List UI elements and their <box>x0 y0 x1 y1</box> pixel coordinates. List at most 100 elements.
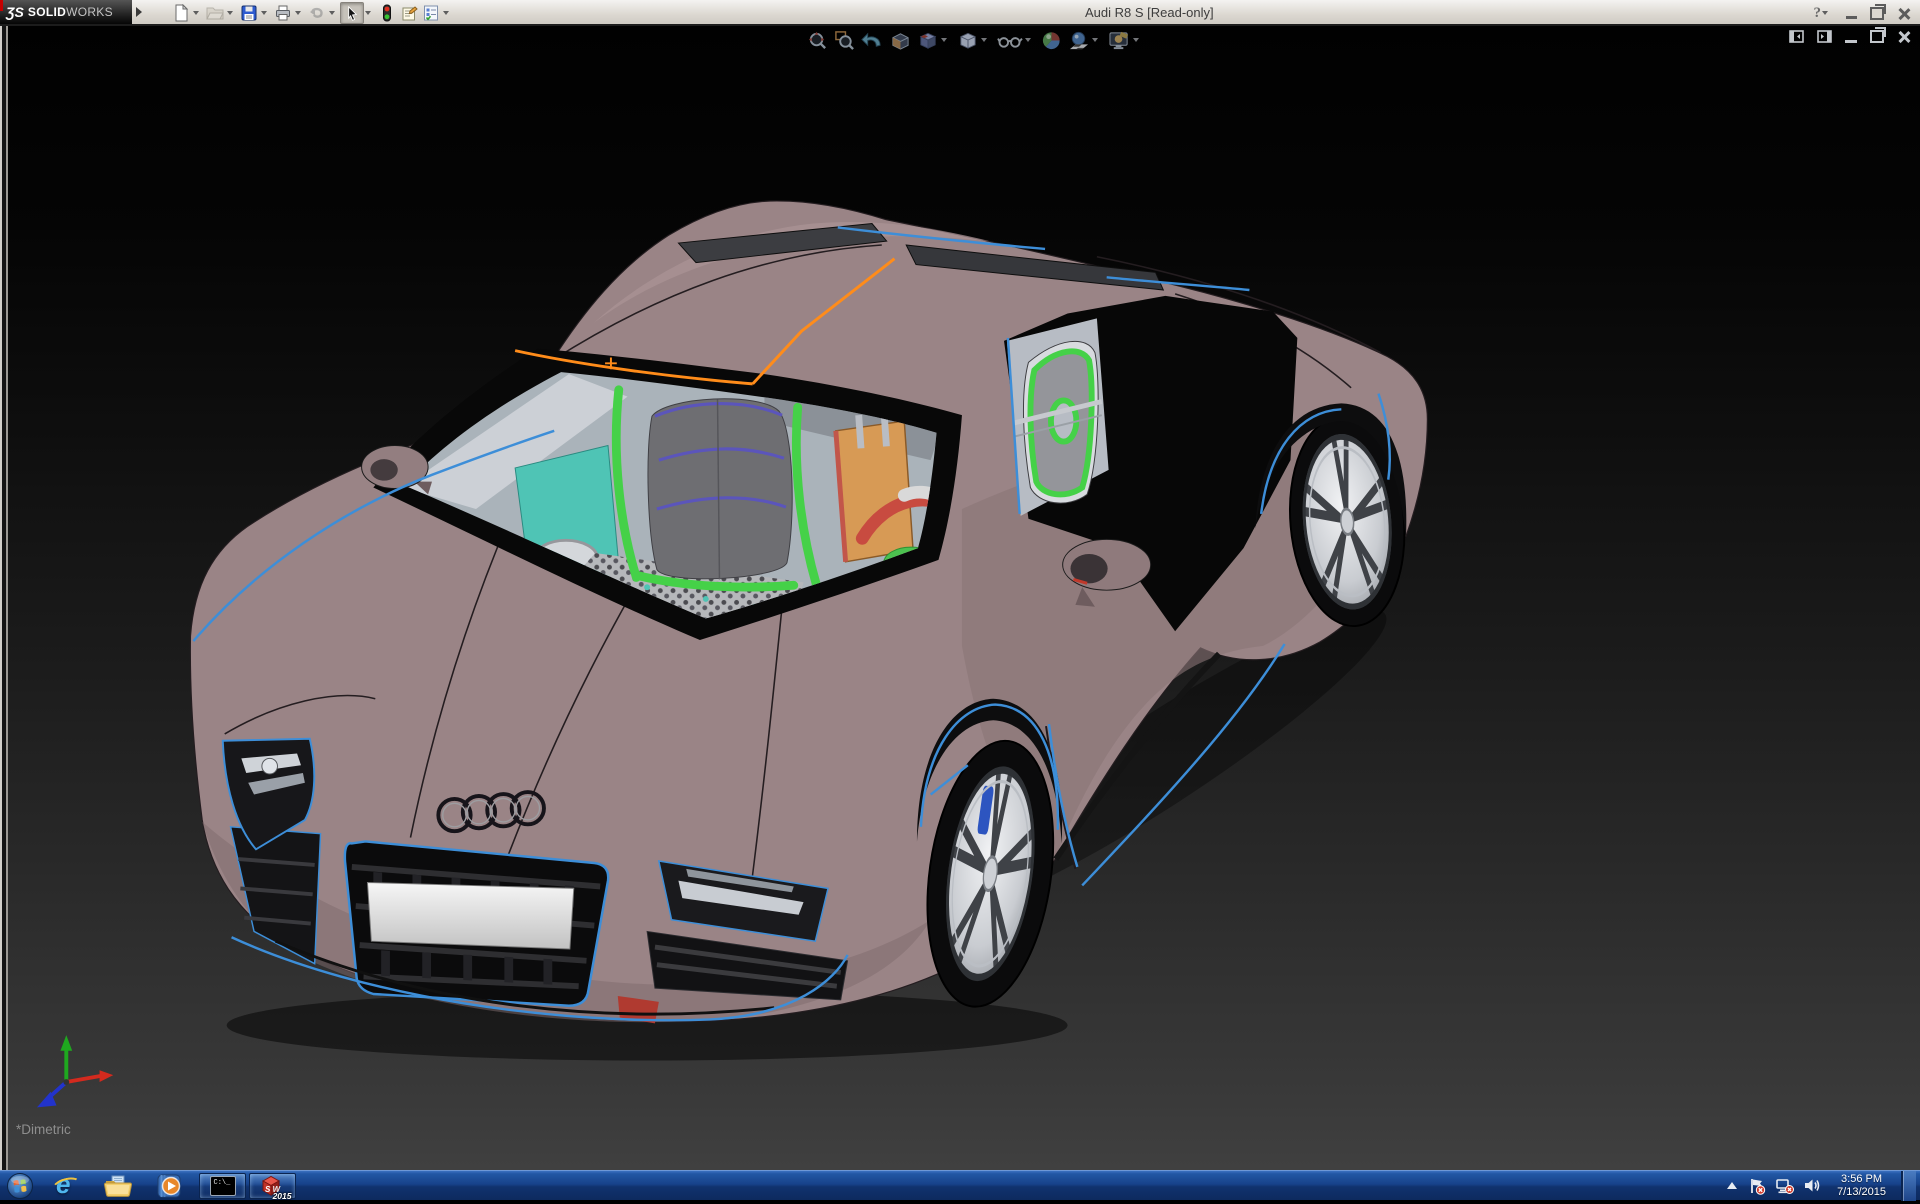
model-scene[interactable] <box>0 26 1920 1170</box>
options-button[interactable] <box>420 2 442 24</box>
window-title: Audi R8 S [Read-only] <box>1085 5 1214 20</box>
media-player-icon <box>157 1173 183 1199</box>
heads-up-view-toolbar <box>806 27 1144 53</box>
view-settings-icon <box>1108 30 1131 51</box>
collapse-right-pane-icon[interactable] <box>1817 29 1832 44</box>
zoom-to-fit-icon <box>807 30 828 51</box>
internet-explorer-icon: e <box>51 1173 81 1199</box>
graphics-viewport[interactable]: *Dimetric <box>0 26 1920 1170</box>
zoom-to-area-icon <box>834 30 855 51</box>
view-settings-dropdown[interactable] <box>1133 38 1139 42</box>
brand-light: WORKS <box>66 5 113 19</box>
apply-scene-icon <box>1068 30 1090 51</box>
windows-taskbar: e C:\_ <box>0 1170 1920 1200</box>
reference-triad <box>37 1035 113 1107</box>
y-axis-arrow <box>60 1035 72 1051</box>
collapse-left-pane-icon[interactable] <box>1789 29 1804 44</box>
view-orientation-icon <box>917 30 939 51</box>
feature-manager-collapsed-strip[interactable] <box>0 26 8 1170</box>
help-button[interactable]: ? <box>1814 5 1834 22</box>
system-tray: 3:56 PM 7/13/2015 <box>1725 1171 1920 1200</box>
open-icon <box>206 4 224 22</box>
new-dropdown[interactable] <box>193 11 199 15</box>
print-button[interactable] <box>272 2 294 24</box>
command-prompt-icon: C:\_ <box>210 1176 236 1196</box>
x-axis-arrow <box>100 1070 114 1082</box>
show-desktop-button[interactable] <box>1901 1171 1916 1201</box>
clock-time: 3:56 PM <box>1837 1173 1886 1186</box>
view-settings-button[interactable] <box>1107 29 1144 52</box>
options-checklist-icon <box>422 4 440 22</box>
show-hidden-icons-button[interactable] <box>1725 1180 1739 1192</box>
action-center-flag-icon[interactable] <box>1748 1177 1766 1195</box>
menu-expand-button[interactable] <box>133 3 145 21</box>
app-window-controls: ? <box>1814 2 1911 24</box>
section-view-icon <box>889 30 911 51</box>
taskbar-item-solidworks-2015[interactable]: S W 2015 <box>249 1173 296 1199</box>
standard-toolbar <box>170 1 454 25</box>
driver-seat[interactable] <box>648 399 792 579</box>
taskbar-item-command-prompt[interactable]: C:\_ <box>199 1173 246 1199</box>
apply-scene-dropdown[interactable] <box>1092 38 1098 42</box>
undo-dropdown[interactable] <box>329 11 335 15</box>
close-button[interactable] <box>1897 7 1910 20</box>
view-orientation-button[interactable] <box>916 29 952 52</box>
apply-scene-button[interactable] <box>1067 29 1103 52</box>
rebuild-button[interactable] <box>376 2 398 24</box>
view-orientation-label: *Dimetric <box>16 1122 71 1137</box>
car-model[interactable] <box>190 201 1427 1023</box>
doc-close-button[interactable] <box>1897 30 1910 43</box>
select-cursor-icon <box>344 5 361 22</box>
print-dropdown[interactable] <box>295 11 301 15</box>
app-title-bar: ƷS SOLIDWORKS <box>0 0 1920 26</box>
open-button[interactable] <box>204 2 226 24</box>
taskbar-clock[interactable]: 3:56 PM 7/13/2015 <box>1837 1173 1886 1199</box>
eyeglasses-icon <box>997 30 1023 51</box>
save-dropdown[interactable] <box>261 11 267 15</box>
hide-show-dropdown[interactable] <box>1025 38 1031 42</box>
select-dropdown[interactable] <box>365 11 371 15</box>
open-dropdown[interactable] <box>227 11 233 15</box>
new-document-button[interactable] <box>170 2 192 24</box>
zoom-to-area-button[interactable] <box>833 29 856 52</box>
appearance-sphere-icon <box>1041 30 1062 51</box>
doc-minimize-button[interactable] <box>1845 40 1857 43</box>
hide-show-items-button[interactable] <box>996 29 1036 52</box>
file-properties-icon <box>400 4 418 22</box>
start-button[interactable] <box>0 1171 40 1200</box>
new-document-icon <box>172 4 190 22</box>
doc-restore-button[interactable] <box>1870 30 1884 43</box>
clock-date: 7/13/2015 <box>1837 1186 1886 1199</box>
display-style-icon <box>957 30 979 51</box>
display-style-dropdown[interactable] <box>981 38 987 42</box>
zoom-to-fit-button[interactable] <box>806 29 829 52</box>
save-icon <box>240 4 258 22</box>
taskbar-item-media-player[interactable] <box>144 1171 196 1200</box>
section-view-button[interactable] <box>888 29 912 52</box>
taskbar-item-internet-explorer[interactable]: e <box>40 1171 92 1200</box>
previous-view-button[interactable] <box>860 29 884 52</box>
folder-icon <box>104 1174 132 1198</box>
logo-red-accent <box>0 0 3 11</box>
traffic-light-icon <box>379 4 395 22</box>
undo-button[interactable] <box>306 2 328 24</box>
solidworks-glyph-icon: ƷS <box>6 4 24 20</box>
edit-appearance-button[interactable] <box>1040 29 1063 52</box>
taskbar-item-windows-explorer[interactable] <box>92 1171 144 1200</box>
network-disconnected-icon[interactable] <box>1775 1177 1794 1195</box>
select-button[interactable] <box>340 2 364 24</box>
license-plate-blank[interactable] <box>367 883 573 949</box>
svg-text:S: S <box>265 1185 271 1194</box>
help-dropdown[interactable] <box>1822 11 1828 15</box>
help-icon: ? <box>1814 5 1822 22</box>
brand-bold: SOLID <box>28 5 66 19</box>
file-properties-button[interactable] <box>398 2 420 24</box>
volume-icon[interactable] <box>1803 1177 1822 1194</box>
display-style-button[interactable] <box>956 29 992 52</box>
start-orb-icon <box>6 1172 34 1200</box>
restore-button[interactable] <box>1870 7 1884 20</box>
minimize-button[interactable] <box>1846 16 1857 19</box>
options-dropdown[interactable] <box>443 11 449 15</box>
view-orientation-dropdown[interactable] <box>941 38 947 42</box>
save-button[interactable] <box>238 2 260 24</box>
